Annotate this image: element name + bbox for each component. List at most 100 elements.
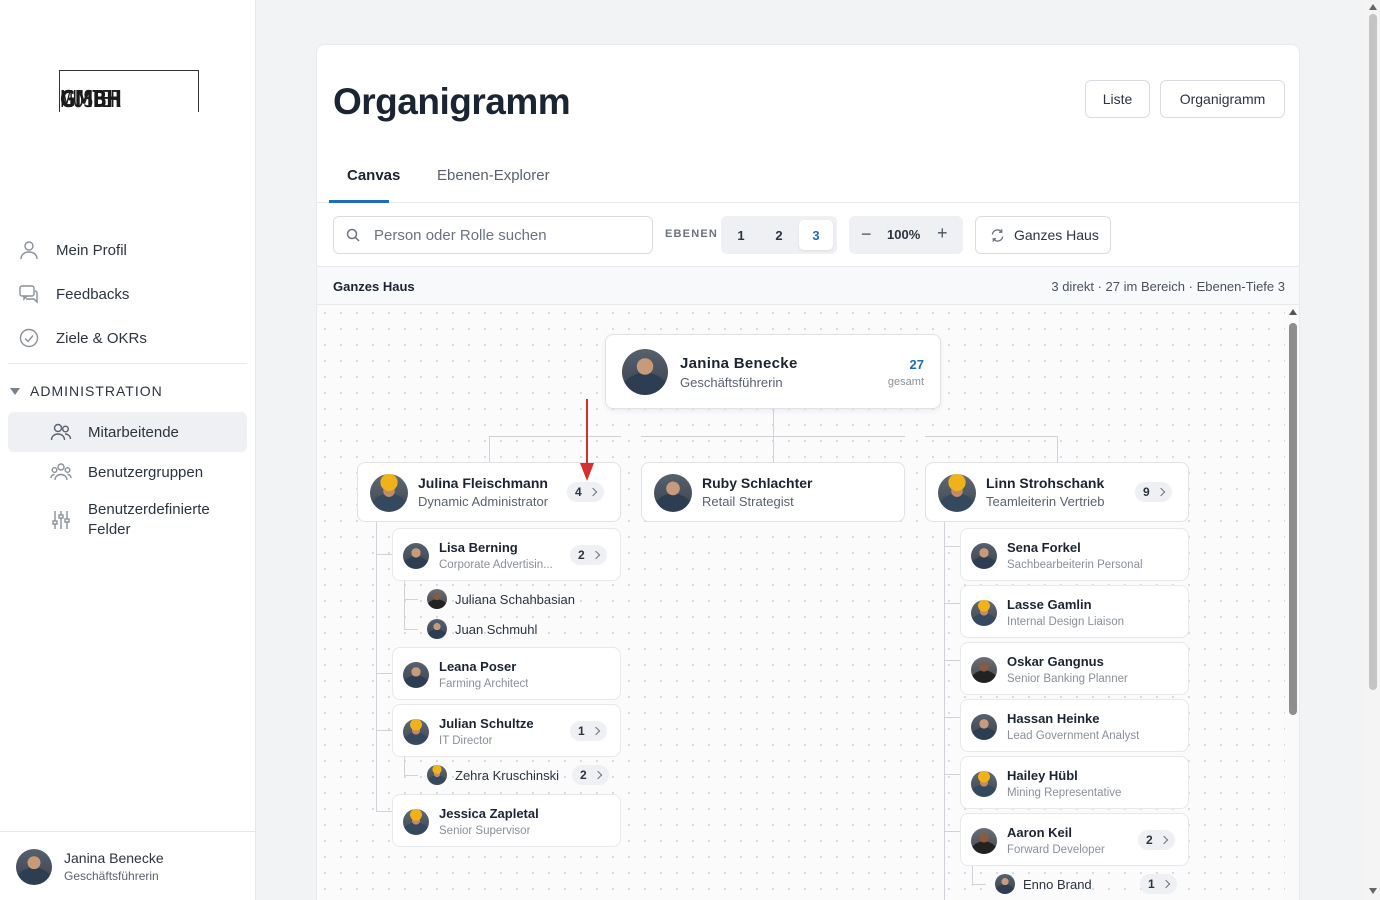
org-card-lasse-gamlin[interactable]: Lasse Gamlin Internal Design Liaison <box>960 585 1189 638</box>
org-leaf-enno-brand[interactable]: Enno Brand <box>995 874 1092 894</box>
tab-level-explorer[interactable]: Ebenen-Explorer <box>437 167 550 184</box>
avatar <box>971 714 997 740</box>
avatar <box>654 474 692 512</box>
org-leaf-juan-schmuhl[interactable]: Juan Schmuhl <box>427 619 537 639</box>
org-canvas[interactable]: Janina Benecke Geschäftsführerin 27 gesa… <box>317 305 1299 900</box>
avatar <box>971 657 997 683</box>
scroll-up-icon[interactable] <box>1289 309 1297 315</box>
avatar <box>403 809 429 835</box>
zoom-level: 100% <box>887 227 921 242</box>
connector <box>489 436 490 462</box>
level-option-2[interactable]: 2 <box>762 220 796 250</box>
connector <box>972 866 973 886</box>
person-name: Hailey Hübl <box>1007 768 1078 783</box>
org-card-leana-poser[interactable]: Leana Poser Farming Architect <box>392 647 621 700</box>
expand-badge[interactable]: 9 <box>1135 482 1172 502</box>
tab-canvas[interactable]: Canvas <box>347 167 400 184</box>
person-name: Linn Strohschank <box>986 475 1105 491</box>
expand-badge[interactable]: 2 <box>1138 830 1175 850</box>
connector <box>376 521 377 811</box>
person-name: Lasse Gamlin <box>1007 597 1092 612</box>
org-card-jessica-zapletal[interactable]: Jessica Zapletal Senior Supervisor <box>392 794 621 847</box>
connector <box>1057 436 1058 462</box>
canvas-scroll-thumb[interactable] <box>1289 323 1297 715</box>
report-count: 9 <box>1143 485 1150 499</box>
report-count: 2 <box>580 768 587 782</box>
avatar <box>995 874 1015 894</box>
org-card-aaron-keil[interactable]: Aaron Keil Forward Developer 2 <box>960 813 1189 866</box>
connector <box>944 717 960 718</box>
person-role: Retail Strategist <box>702 494 794 509</box>
org-card-julian-schultze[interactable]: Julian Schultze IT Director 1 <box>392 704 621 757</box>
canvas-scrollbar[interactable] <box>1285 305 1299 900</box>
avatar <box>427 619 447 639</box>
avatar <box>16 849 52 885</box>
user-icon <box>20 241 38 260</box>
zoom-in-button[interactable]: + <box>937 223 948 244</box>
scroll-down-icon[interactable] <box>1369 888 1377 894</box>
search-input[interactable]: Person oder Rolle suchen <box>333 216 653 254</box>
chat-icon <box>19 285 38 304</box>
report-count: 2 <box>1146 833 1153 847</box>
org-card-ruby-schlachter[interactable]: Ruby Schlachter Retail Strategist <box>641 462 905 522</box>
sidebar-item-goals[interactable]: Ziele & OKRs <box>8 318 247 358</box>
connector <box>944 774 960 775</box>
sidebar: MUSTER GMBH Mein Profil Feedbacks Ziele &… <box>0 0 256 900</box>
org-card-hassan-heinke[interactable]: Hassan Heinke Lead Government Analyst <box>960 699 1189 752</box>
org-card-linn-strohschank[interactable]: Linn Strohschank Teamleiterin Vertrieb 9 <box>925 462 1189 522</box>
sidebar-item-profile[interactable]: Mein Profil <box>8 230 247 270</box>
report-count: 4 <box>575 485 582 499</box>
avatar <box>971 828 997 854</box>
current-user[interactable]: Janina Benecke Geschäftsführerin <box>0 831 255 900</box>
org-leaf-zehra-kruschinski[interactable]: Zehra Kruschinski <box>427 765 559 785</box>
company-logo[interactable]: MUSTER GMBH <box>59 70 199 112</box>
expand-badge[interactable]: 2 <box>572 765 609 785</box>
scope-title: Ganzes Haus <box>333 279 415 294</box>
expand-badge[interactable]: 2 <box>570 545 607 565</box>
page-scroll-thumb[interactable] <box>1369 14 1377 690</box>
expand-badge[interactable]: 4 <box>567 482 604 502</box>
connector <box>944 603 960 604</box>
person-name: Juliana Schahbasian <box>455 591 575 607</box>
connector <box>404 757 405 775</box>
sidebar-item-groups[interactable]: Benutzergruppen <box>8 452 247 492</box>
person-role: Lead Government Analyst <box>1007 730 1140 742</box>
zoom-out-button[interactable]: − <box>861 224 872 245</box>
sidebar-section-administration[interactable]: ADMINISTRATION <box>10 383 163 399</box>
list-view-button[interactable]: Liste <box>1085 80 1150 118</box>
connector <box>404 581 405 629</box>
org-leaf-juliana-schahbasian[interactable]: Juliana Schahbasian <box>427 589 575 609</box>
org-view-button[interactable]: Organigramm <box>1160 80 1285 118</box>
person-role: Dynamic Administrator <box>418 494 549 509</box>
sidebar-item-custom-fields[interactable]: Benutzerdefinierte Felder <box>8 496 247 544</box>
level-option-3[interactable]: 3 <box>799 220 833 250</box>
person-role: Forward Developer <box>1007 844 1105 856</box>
person-role: Geschäftsführerin <box>680 375 783 390</box>
expand-badge[interactable]: 1 <box>1140 874 1177 894</box>
zoom-control: − 100% + <box>849 216 963 254</box>
connector <box>376 673 392 674</box>
chevron-right-icon <box>588 487 597 497</box>
page-scrollbar[interactable] <box>1366 0 1380 900</box>
avatar <box>403 719 429 745</box>
connector <box>925 436 1057 437</box>
person-name: Lisa Berning <box>439 540 518 555</box>
org-card-sena-forkel[interactable]: Sena Forkel Sachbearbeiterin Personal <box>960 528 1189 581</box>
sidebar-item-employees[interactable]: Mitarbeitende <box>8 412 247 452</box>
levels-selector: 1 2 3 <box>721 216 837 254</box>
org-card-hailey-huebl[interactable]: Hailey Hübl Mining Representative <box>960 756 1189 809</box>
level-option-1[interactable]: 1 <box>724 220 758 250</box>
connector <box>489 436 621 437</box>
caret-down-icon <box>10 387 20 395</box>
person-role: Senior Supervisor <box>439 825 531 837</box>
org-card-lisa-berning[interactable]: Lisa Berning Corporate Advertisin... 2 <box>392 528 621 581</box>
toolbar: Person oder Rolle suchen EBENEN 1 2 3 − … <box>317 203 1299 267</box>
expand-badge[interactable]: 1 <box>570 721 607 741</box>
sidebar-item-feedbacks[interactable]: Feedbacks <box>8 274 247 314</box>
scope-button[interactable]: Ganzes Haus <box>975 216 1111 254</box>
org-card-root[interactable]: Janina Benecke Geschäftsführerin 27 gesa… <box>605 334 941 409</box>
person-name: Aaron Keil <box>1007 825 1073 840</box>
scroll-up-icon[interactable] <box>1369 4 1377 10</box>
org-card-oskar-gangnus[interactable]: Oskar Gangnus Senior Banking Planner <box>960 642 1189 695</box>
total-count-label: gesamt <box>887 376 924 388</box>
